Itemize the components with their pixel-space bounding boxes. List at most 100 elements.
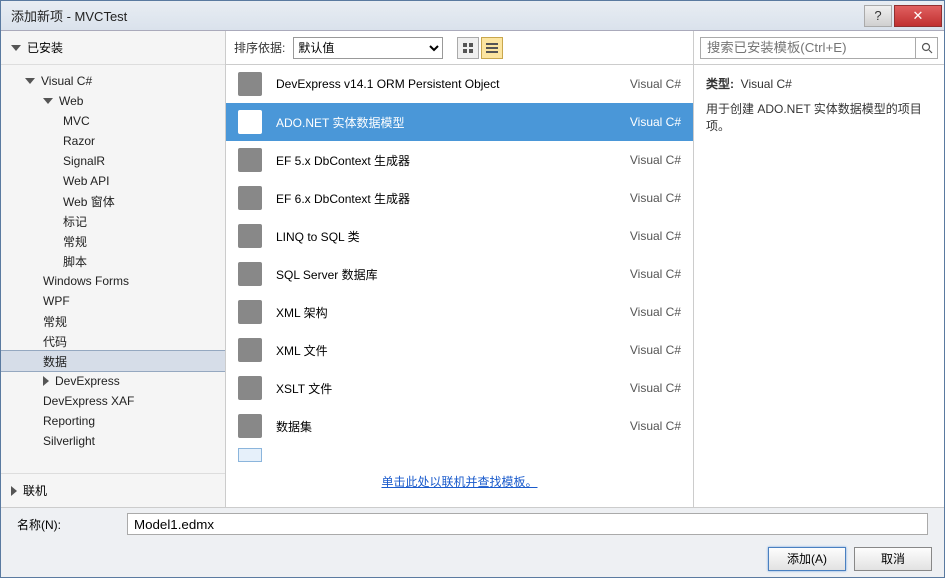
tree-item[interactable]: Web <box>1 91 225 111</box>
template-item[interactable]: EF 5.x DbContext 生成器Visual C# <box>226 141 693 179</box>
tree-item-label: Silverlight <box>43 434 95 448</box>
online-templates-link[interactable]: 单击此处以联机并查找模板。 <box>381 475 537 489</box>
button-row: 添加(A) 取消 <box>1 540 944 577</box>
tree-item[interactable]: Razor <box>1 131 225 151</box>
view-list-button[interactable] <box>481 37 503 59</box>
tree-item[interactable]: 常规 <box>1 311 225 331</box>
template-icon <box>238 186 262 210</box>
tree-item[interactable]: Web API <box>1 171 225 191</box>
close-button[interactable]: ✕ <box>894 5 942 27</box>
view-small-icons-button[interactable] <box>457 37 479 59</box>
sidebar: 已安装 Visual C# Web MVC Razor SignalR Web APIWe… <box>1 31 226 507</box>
template-list: DevExpress v14.1 ORM Persistent ObjectVi… <box>226 65 693 507</box>
template-item[interactable]: LINQ to SQL 类Visual C# <box>226 217 693 255</box>
template-label: 数据集 <box>276 418 630 435</box>
tree-item[interactable]: DevExpress <box>1 371 225 391</box>
template-label: ADO.NET 实体数据模型 <box>276 114 630 131</box>
add-button[interactable]: 添加(A) <box>768 547 846 571</box>
template-icon <box>238 72 262 96</box>
template-item[interactable]: XSLT 文件Visual C# <box>226 369 693 407</box>
template-label: EF 6.x DbContext 生成器 <box>276 190 630 207</box>
template-icon <box>238 376 262 400</box>
sort-select[interactable]: 默认值 <box>293 37 443 59</box>
chevron-down-icon <box>11 45 21 51</box>
template-language: Visual C# <box>630 343 681 357</box>
cancel-button[interactable]: 取消 <box>854 547 932 571</box>
search-icon[interactable] <box>916 37 938 59</box>
online-templates-row: 单击此处以联机并查找模板。 <box>226 465 693 498</box>
template-item[interactable]: ADO.NET 实体数据模型Visual C# <box>226 103 693 141</box>
template-language: Visual C# <box>630 305 681 319</box>
name-input[interactable] <box>127 513 928 535</box>
description-area: 类型: Visual C# 用于创建 ADO.NET 实体数据模型的项目项。 <box>694 65 944 144</box>
tree-item[interactable]: 常规 <box>1 231 225 251</box>
type-row: 类型: Visual C# <box>706 75 932 92</box>
help-button[interactable]: ? <box>864 5 892 27</box>
list-icon <box>486 43 498 53</box>
tree-item[interactable]: 数据 <box>1 351 225 371</box>
sidebar-header-installed[interactable]: 已安装 <box>1 31 225 65</box>
center-toolbar: 排序依据: 默认值 <box>226 31 693 65</box>
template-label: XML 架构 <box>276 304 630 321</box>
template-label: SQL Server 数据库 <box>276 266 630 283</box>
tree-item[interactable]: Web 窗体 <box>1 191 225 211</box>
dialog-footer: 名称(N): 添加(A) 取消 <box>1 507 944 577</box>
template-item[interactable]: XML 架构Visual C# <box>226 293 693 331</box>
template-item[interactable]: DevExpress v14.1 ORM Persistent ObjectVi… <box>226 65 693 103</box>
tree-item[interactable]: 标记 <box>1 211 225 231</box>
chevron-down-icon <box>25 78 35 84</box>
main-row: 已安装 Visual C# Web MVC Razor SignalR Web APIWe… <box>1 31 944 507</box>
tree-item[interactable]: Windows Forms <box>1 271 225 291</box>
window-title: 添加新项 - MVCTest <box>11 6 864 25</box>
template-label: DevExpress v14.1 ORM Persistent Object <box>276 77 630 91</box>
tree-item[interactable]: MVC <box>1 111 225 131</box>
template-item[interactable]: XML 文件Visual C# <box>226 331 693 369</box>
tree-item[interactable]: 脚本 <box>1 251 225 271</box>
sidebar-footer-label: 联机 <box>23 482 47 499</box>
tree-item[interactable]: DevExpress XAF <box>1 391 225 411</box>
template-language: Visual C# <box>630 381 681 395</box>
tree-item[interactable]: Reporting <box>1 411 225 431</box>
tree-item-label: SignalR <box>63 154 105 168</box>
sort-label: 排序依据: <box>234 39 285 56</box>
chevron-right-icon <box>43 376 49 386</box>
template-icon <box>238 262 262 286</box>
tree-item-label: Web <box>59 94 83 108</box>
template-icon <box>238 148 262 172</box>
tree-item-label: 脚本 <box>63 253 87 270</box>
tree-item[interactable]: SignalR <box>1 151 225 171</box>
tree-item-label: DevExpress XAF <box>43 394 134 408</box>
tree-item-label: Razor <box>63 134 95 148</box>
sidebar-footer-online[interactable]: 联机 <box>1 473 225 507</box>
tree-item[interactable]: WPF <box>1 291 225 311</box>
chevron-down-icon <box>43 98 53 104</box>
sidebar-header-label: 已安装 <box>27 39 63 56</box>
sidebar-tree: Visual C# Web MVC Razor SignalR Web APIWeb 窗体… <box>1 65 225 473</box>
tree-item-label: 数据 <box>43 353 67 370</box>
tree-item-label: Visual C# <box>41 74 92 88</box>
template-language: Visual C# <box>630 419 681 433</box>
tree-item[interactable]: Silverlight <box>1 431 225 451</box>
sort-dropdown[interactable]: 默认值 <box>293 37 443 59</box>
template-item[interactable]: SQL Server 数据库Visual C# <box>226 255 693 293</box>
template-language: Visual C# <box>630 229 681 243</box>
template-icon <box>238 300 262 324</box>
tree-item-label: 常规 <box>63 233 87 250</box>
template-item[interactable]: 数据集Visual C# <box>226 407 693 445</box>
search-input[interactable] <box>700 37 916 59</box>
tree-item[interactable]: Visual C# <box>1 71 225 91</box>
template-language: Visual C# <box>630 77 681 91</box>
type-value: Visual C# <box>741 77 792 91</box>
chevron-right-icon <box>11 486 17 496</box>
dialog-window: 添加新项 - MVCTest ? ✕ 已安装 Visual C# Web MVC Ra… <box>0 0 945 578</box>
template-language: Visual C# <box>630 267 681 281</box>
grid-icon <box>463 43 473 53</box>
tree-item[interactable]: 代码 <box>1 331 225 351</box>
template-item-partial <box>226 445 693 465</box>
template-icon <box>238 110 262 134</box>
template-item[interactable]: EF 6.x DbContext 生成器Visual C# <box>226 179 693 217</box>
type-label: 类型: <box>706 77 734 91</box>
titlebar: 添加新项 - MVCTest ? ✕ <box>1 1 944 31</box>
tree-item-label: Reporting <box>43 414 95 428</box>
template-icon <box>238 338 262 362</box>
